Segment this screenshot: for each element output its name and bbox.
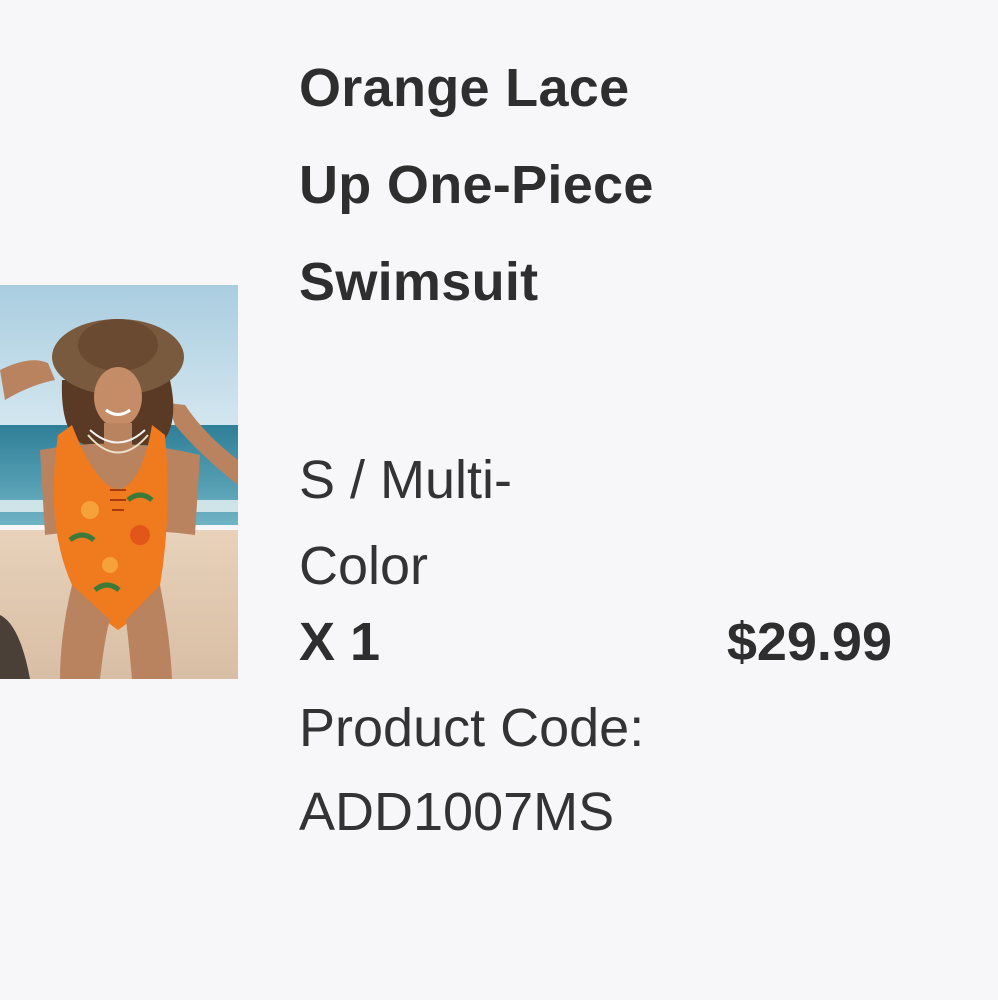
product-title[interactable]: Orange Lace Up One-Piece Swimsuit [299, 40, 699, 331]
product-image[interactable] [0, 285, 238, 679]
product-quantity: X 1 [299, 612, 381, 672]
product-code-label: Product Code: [299, 698, 645, 758]
product-price: $29.99 [726, 612, 892, 672]
cart-line-item: Orange Lace Up One-Piece Swimsuit S / Mu… [0, 0, 998, 1000]
product-code: Product Code: ADD1007MS [299, 686, 719, 854]
product-variant: S / Multi-Color [299, 450, 513, 596]
product-code-value: ADD1007MS [299, 782, 615, 842]
